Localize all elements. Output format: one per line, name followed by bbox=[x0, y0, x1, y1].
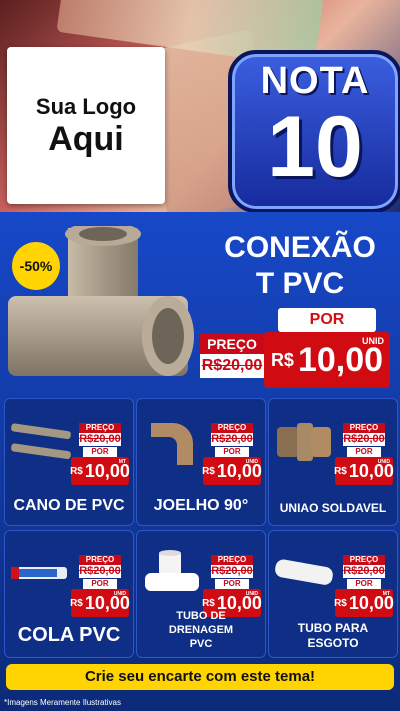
old-price-box: PREÇO R$20,00 bbox=[343, 555, 385, 578]
old-price: R$20,00 bbox=[211, 433, 253, 446]
pvc-pipe-image bbox=[11, 423, 71, 460]
hero-banner: Sua Logo Aqui NOTA 10 bbox=[0, 0, 400, 212]
por-label: POR bbox=[278, 308, 376, 332]
preco-label: PREÇO bbox=[211, 423, 253, 433]
product-card[interactable]: PREÇO R$20,00 POR MT R$ 10,00 TUBO PARA … bbox=[268, 530, 398, 658]
product-card[interactable]: PREÇO R$20,00 POR MT R$ 10,00 CANO DE PV… bbox=[4, 398, 134, 526]
product-name: UNIAO SOLDAVEL bbox=[279, 501, 387, 515]
por-label: POR bbox=[83, 447, 117, 457]
pvc-glue-tube-image bbox=[11, 567, 67, 579]
por-label: POR bbox=[83, 579, 117, 589]
logo-placeholder[interactable]: Sua Logo Aqui bbox=[7, 47, 165, 204]
product-card[interactable]: PREÇO R$20,00 POR UNID R$ 10,00 COLA PVC bbox=[4, 530, 134, 658]
price-currency: R$ bbox=[270, 349, 294, 370]
old-price: R$20,00 bbox=[200, 354, 264, 378]
price-unit: UNID bbox=[362, 336, 384, 346]
old-price-box: PREÇO R$20,00 bbox=[211, 423, 253, 446]
product-card[interactable]: PREÇO R$20,00 POR UNID R$ 10,00 JOELHO 9… bbox=[136, 398, 266, 526]
preco-label: PREÇO bbox=[343, 555, 385, 565]
product-price: UNID R$ 10,00 bbox=[202, 457, 262, 485]
elbow-fitting-image bbox=[151, 423, 193, 465]
featured-title-line1: CONEXÃO bbox=[224, 231, 376, 264]
product-name: TUBO PARA ESGOTO bbox=[297, 621, 369, 650]
price-currency: R$ bbox=[202, 465, 215, 477]
product-price: UNID R$ 10,00 bbox=[334, 457, 394, 485]
featured-title-line2: T PVC bbox=[255, 267, 345, 300]
price-currency: R$ bbox=[70, 465, 83, 477]
old-price-box: PREÇO R$20,00 bbox=[200, 334, 264, 382]
nota-number: 10 bbox=[267, 99, 363, 195]
price-unit: MT bbox=[382, 591, 390, 597]
old-price-box: PREÇO R$20,00 bbox=[211, 555, 253, 578]
price-unit: UNID bbox=[245, 591, 258, 597]
product-name: JOELHO 90° bbox=[153, 497, 249, 514]
logo-text-line1: Sua Logo bbox=[35, 93, 137, 119]
por-label: POR bbox=[347, 447, 381, 457]
preco-label: PREÇO bbox=[79, 423, 121, 433]
product-card[interactable]: PREÇO R$20,00 POR UNID R$ 10,00 TUBO DE … bbox=[136, 530, 266, 658]
old-price-box: PREÇO R$20,00 bbox=[343, 423, 385, 446]
product-price: MT R$ 10,00 bbox=[70, 457, 130, 485]
sewer-pipe-image bbox=[275, 559, 333, 585]
price-currency: R$ bbox=[70, 597, 83, 609]
old-price-box: PREÇO R$20,00 bbox=[79, 423, 121, 446]
featured-title: CONEXÃO T PVC bbox=[200, 230, 400, 302]
product-name: COLA PVC bbox=[17, 624, 121, 646]
price-currency: R$ bbox=[334, 597, 347, 609]
discount-badge: -50% bbox=[12, 242, 60, 290]
por-label: POR bbox=[215, 447, 249, 457]
logo-text-line2: Aqui bbox=[48, 119, 124, 158]
old-price-box: PREÇO R$20,00 bbox=[79, 555, 121, 578]
old-price: R$20,00 bbox=[79, 565, 121, 578]
preco-label: PREÇO bbox=[200, 334, 264, 354]
preco-label: PREÇO bbox=[343, 423, 385, 433]
price-unit: UNID bbox=[377, 459, 390, 465]
drainage-tee-image bbox=[145, 550, 199, 591]
old-price: R$20,00 bbox=[79, 433, 121, 446]
product-name: CANO DE PVC bbox=[13, 497, 125, 514]
old-price: R$20,00 bbox=[343, 433, 385, 446]
por-label: POR bbox=[215, 579, 249, 589]
preco-label: PREÇO bbox=[211, 555, 253, 565]
price-value: 10,00 bbox=[297, 340, 384, 379]
product-price: UNID R$ 10,00 bbox=[70, 589, 130, 617]
featured-product[interactable]: -50% CONEXÃO T PVC POR PREÇO R$20,00 UNI… bbox=[0, 212, 400, 392]
product-name: TUBO DE DRENAGEM PVC bbox=[168, 610, 234, 650]
main-panel: -50% CONEXÃO T PVC POR PREÇO R$20,00 UNI… bbox=[0, 212, 400, 711]
product-price: MT R$ 10,00 bbox=[334, 589, 394, 617]
cta-banner[interactable]: Crie seu encarte com este tema! bbox=[6, 664, 394, 690]
featured-price: UNID R$ 10,00 bbox=[264, 332, 390, 388]
product-card[interactable]: PREÇO R$20,00 POR UNID R$ 10,00 UNIAO SO… bbox=[268, 398, 398, 526]
old-price: R$20,00 bbox=[211, 565, 253, 578]
por-label: POR bbox=[347, 579, 381, 589]
nota-10-badge: NOTA 10 bbox=[228, 50, 400, 212]
footnote: *Imagens Meramente Ilustrativas bbox=[4, 698, 121, 707]
preco-label: PREÇO bbox=[79, 555, 121, 565]
price-currency: R$ bbox=[334, 465, 347, 477]
price-currency: R$ bbox=[202, 597, 215, 609]
price-unit: UNID bbox=[113, 591, 126, 597]
old-price: R$20,00 bbox=[343, 565, 385, 578]
nota-word: NOTA bbox=[260, 60, 370, 102]
price-unit: MT bbox=[118, 459, 126, 465]
price-unit: UNID bbox=[245, 459, 258, 465]
union-fitting-image bbox=[277, 423, 331, 461]
